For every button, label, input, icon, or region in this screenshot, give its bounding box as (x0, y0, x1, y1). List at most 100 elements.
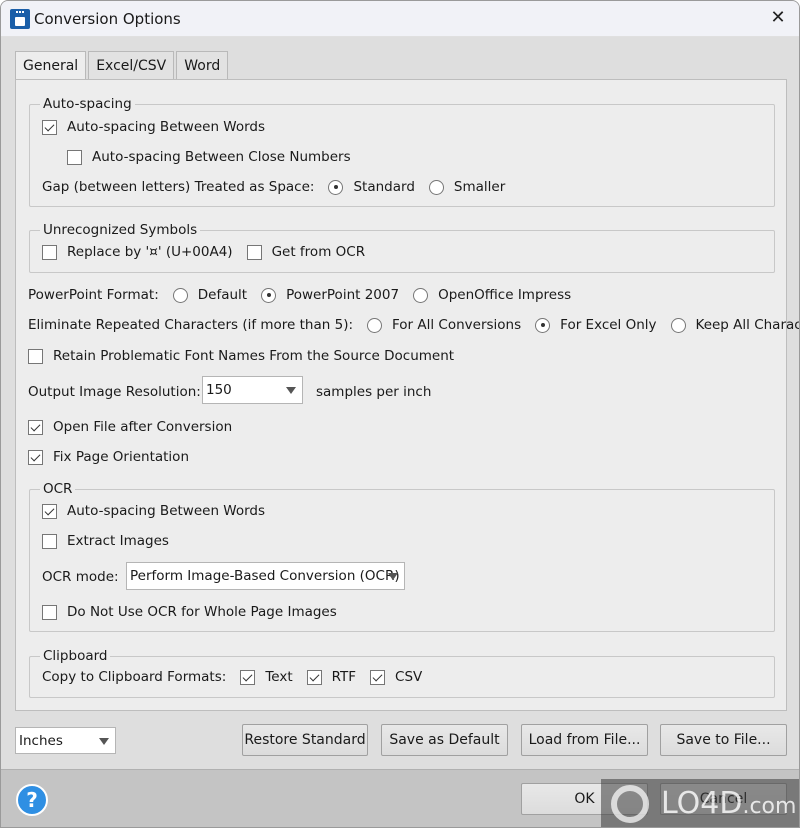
keep-all-radio[interactable] (670, 317, 686, 333)
unrecognized-symbols-group: Unrecognized Symbols Replace by '¤' (U+0… (29, 222, 775, 273)
auto-spacing-words-row: Auto-spacing Between Words (42, 119, 265, 135)
close-icon[interactable]: ✕ (769, 9, 787, 27)
ocr-group: OCR Auto-spacing Between Words Extract I… (29, 481, 775, 632)
get-from-ocr-checkbox[interactable] (246, 244, 262, 260)
units-select[interactable]: Inches (15, 727, 116, 754)
ppt-openoffice-radio[interactable] (413, 287, 429, 303)
clipboard-formats-label: Copy to Clipboard Formats: (42, 669, 227, 685)
checkbox-label: Retain Problematic Font Names From the S… (53, 348, 455, 364)
extract-images-checkbox[interactable] (42, 533, 57, 549)
fix-page-orientation-row: Fix Page Orientation (28, 449, 189, 465)
save-as-default-button[interactable]: Save as Default (381, 724, 508, 756)
retain-font-names-checkbox[interactable] (28, 348, 43, 364)
resolution-unit: samples per inch (316, 384, 432, 400)
no-ocr-whole-page-row: Do Not Use OCR for Whole Page Images (42, 604, 337, 620)
save-to-file-button[interactable]: Save to File... (660, 724, 787, 756)
chevron-down-icon (388, 573, 398, 580)
ok-button[interactable]: OK (521, 783, 648, 815)
units-value: Inches (19, 733, 63, 749)
checkbox-label: Extract Images (67, 533, 169, 549)
app-icon (10, 9, 30, 29)
checkbox-label: Get from OCR (271, 244, 366, 260)
resolution-select[interactable]: 150 (202, 376, 303, 404)
clipboard-text-checkbox[interactable] (240, 669, 256, 685)
clipboard-group: Clipboard Copy to Clipboard Formats: Tex… (29, 648, 775, 698)
load-from-file-button[interactable]: Load from File... (521, 724, 648, 756)
radio-label: Keep All Characters (695, 317, 799, 333)
tab-word[interactable]: Word (176, 51, 229, 79)
ocr-auto-spacing-row: Auto-spacing Between Words (42, 503, 265, 519)
auto-spacing-numbers-checkbox[interactable] (67, 149, 82, 165)
eliminate-all-radio[interactable] (367, 317, 383, 333)
checkbox-label: Fix Page Orientation (53, 449, 190, 465)
chevron-down-icon (99, 738, 109, 745)
ocr-auto-spacing-checkbox[interactable] (42, 503, 57, 519)
open-file-after-checkbox[interactable] (28, 419, 43, 435)
ocr-mode-label: OCR mode: (42, 569, 119, 585)
auto-spacing-group: Auto-spacing Auto-spacing Between Words … (29, 96, 775, 207)
radio-label: Standard (353, 179, 415, 195)
ppt-2007-radio[interactable] (261, 287, 277, 303)
radio-label: OpenOffice Impress (438, 287, 572, 303)
clipboard-rtf-checkbox[interactable] (306, 669, 322, 685)
window-title: Conversion Options (34, 10, 181, 28)
retain-font-names-row: Retain Problematic Font Names From the S… (28, 348, 454, 364)
restore-standard-button[interactable]: Restore Standard (242, 724, 368, 756)
radio-label: Smaller (453, 179, 506, 195)
checkbox-label: RTF (331, 669, 357, 685)
radio-label: Default (197, 287, 248, 303)
replace-by-checkbox[interactable] (42, 244, 57, 260)
ppt-default-radio[interactable] (172, 287, 188, 303)
powerpoint-format-row: PowerPoint Format: Default PowerPoint 20… (28, 287, 571, 303)
ocr-mode-select[interactable]: Perform Image-Based Conversion (OCR) (126, 562, 405, 590)
gap-standard-radio[interactable] (328, 179, 344, 195)
ocr-mode-row: OCR mode: (42, 569, 119, 585)
tab-general[interactable]: General (15, 51, 87, 80)
checkbox-label: Auto-spacing Between Words (67, 503, 266, 519)
radio-label: PowerPoint 2007 (286, 287, 400, 303)
title-bar: Conversion Options ✕ (1, 1, 799, 37)
ocr-mode-value: Perform Image-Based Conversion (OCR) (130, 568, 400, 584)
group-label: Clipboard (40, 648, 111, 664)
checkbox-label: Do Not Use OCR for Whole Page Images (67, 604, 337, 620)
general-tab-panel: Auto-spacing Auto-spacing Between Words … (15, 79, 799, 711)
dialog-footer: ? OK Cancel (1, 769, 799, 827)
checkbox-label: Auto-spacing Between Words (67, 119, 266, 135)
group-label: OCR (40, 481, 76, 497)
gap-row: Gap (between letters) Treated as Space: … (42, 179, 505, 195)
conversion-options-dialog: Conversion Options ✕ General Excel/CSV W… (0, 0, 800, 828)
auto-spacing-words-checkbox[interactable] (42, 119, 57, 135)
help-icon[interactable]: ? (16, 784, 48, 816)
clipboard-csv-checkbox[interactable] (370, 669, 386, 685)
gap-smaller-radio[interactable] (428, 179, 444, 195)
resolution-unit-row: samples per inch (316, 384, 431, 400)
no-ocr-whole-page-checkbox[interactable] (42, 604, 57, 620)
tab-bar: General Excel/CSV Word (15, 51, 230, 80)
fix-page-orientation-checkbox[interactable] (28, 449, 43, 465)
radio-label: For Excel Only (560, 317, 657, 333)
checkbox-label: Replace by '¤' (U+00A4) (67, 244, 233, 260)
checkbox-label: CSV (395, 669, 423, 685)
open-file-after-row: Open File after Conversion (28, 419, 232, 435)
group-label: Unrecognized Symbols (40, 222, 201, 238)
tab-excel-csv[interactable]: Excel/CSV (88, 51, 175, 79)
clipboard-formats-row: Copy to Clipboard Formats: Text RTF CSV (42, 669, 422, 685)
powerpoint-format-label: PowerPoint Format: (28, 287, 159, 303)
gap-label: Gap (between letters) Treated as Space: (42, 179, 315, 195)
chevron-down-icon (286, 387, 296, 394)
eliminate-repeated-label: Eliminate Repeated Characters (if more t… (28, 317, 354, 333)
checkbox-label: Text (265, 669, 293, 685)
output-resolution-row: Output Image Resolution: (28, 384, 201, 400)
resolution-value: 150 (206, 382, 232, 398)
group-label: Auto-spacing (40, 96, 135, 112)
output-resolution-label: Output Image Resolution: (28, 384, 201, 400)
checkbox-label: Auto-spacing Between Close Numbers (92, 149, 351, 165)
eliminate-repeated-row: Eliminate Repeated Characters (if more t… (28, 317, 799, 333)
auto-spacing-numbers-row: Auto-spacing Between Close Numbers (67, 149, 351, 165)
extract-images-row: Extract Images (42, 533, 169, 549)
checkbox-label: Open File after Conversion (53, 419, 233, 435)
radio-label: For All Conversions (392, 317, 522, 333)
unrecognized-row: Replace by '¤' (U+00A4) Get from OCR (42, 244, 365, 260)
cancel-button[interactable]: Cancel (660, 783, 787, 815)
eliminate-excel-radio[interactable] (535, 317, 551, 333)
